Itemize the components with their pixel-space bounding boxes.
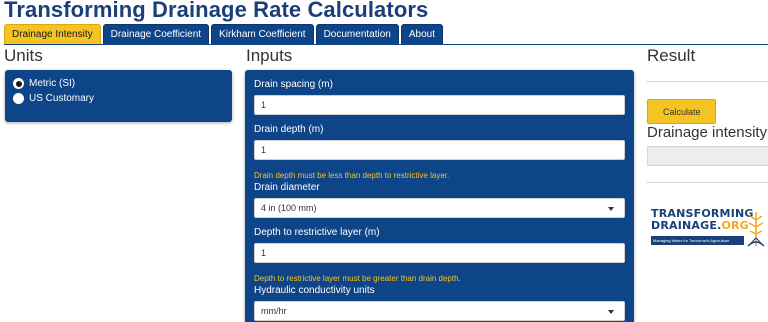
unit-option-metric[interactable]: Metric (SI) <box>13 76 224 91</box>
tab-underline <box>4 44 768 45</box>
drain-diameter-select[interactable]: 4 in (100 mm) <box>254 198 625 218</box>
result-heading: Result <box>647 46 696 65</box>
app-title: Transforming Drainage Rate Calculators <box>4 0 429 22</box>
result-divider-bottom <box>646 182 768 183</box>
inputs-heading: Inputs <box>246 46 293 65</box>
conductivity-units-value: mm/hr <box>261 306 287 316</box>
logo-line2-main: DRAINAGE. <box>651 219 722 232</box>
restrictive-depth-label: Depth to restrictive layer (m) <box>254 227 380 238</box>
restrictive-depth-input[interactable] <box>254 243 625 263</box>
drain-spacing-label: Drain spacing (m) <box>254 79 333 90</box>
chevron-down-icon <box>608 310 614 314</box>
tab-drainage-intensity[interactable]: Drainage Intensity <box>4 24 101 45</box>
tab-kirkham-coefficient[interactable]: Kirkham Coefficient <box>211 24 314 45</box>
transforming-drainage-logo[interactable]: TRANSFORMING DRAINAGE.ORG Managing Water… <box>651 207 768 251</box>
logo-tagline: Managing Water for Tomorrow's Agricultur… <box>651 236 744 245</box>
calculate-button[interactable]: Calculate <box>647 99 716 124</box>
result-divider-top <box>646 81 768 82</box>
radio-us-customary[interactable] <box>13 93 24 104</box>
drainage-intensity-label: Drainage intensity <box>647 124 768 141</box>
conductivity-units-label: Hydraulic conductivity units <box>254 285 375 296</box>
tab-drainage-coefficient[interactable]: Drainage Coefficient <box>102 24 210 45</box>
units-heading: Units <box>4 46 43 65</box>
drain-spacing-input[interactable] <box>254 95 625 115</box>
corn-stalk-icon <box>747 212 765 247</box>
drainage-intensity-output <box>647 146 768 166</box>
chevron-down-icon <box>608 207 614 211</box>
tab-about[interactable]: About <box>400 24 443 45</box>
radio-metric[interactable] <box>13 78 24 89</box>
units-panel: Metric (SI) US Customary <box>5 70 232 122</box>
tab-bar: Drainage Intensity Drainage Coefficient … <box>4 24 445 45</box>
tab-documentation[interactable]: Documentation <box>315 24 399 45</box>
drain-diameter-value: 4 in (100 mm) <box>261 203 317 213</box>
logo-line2: DRAINAGE.ORG <box>651 219 749 232</box>
drain-depth-input[interactable] <box>254 140 625 160</box>
unit-option-label: Metric (SI) <box>29 78 76 89</box>
unit-option-label: US Customary <box>29 93 95 104</box>
logo-line2-org: ORG <box>721 219 749 232</box>
conductivity-units-select[interactable]: mm/hr <box>254 301 625 321</box>
restrictive-depth-warning: Depth to restrictive layer must be great… <box>254 274 461 283</box>
drain-diameter-label: Drain diameter <box>254 182 320 193</box>
inputs-panel: Drain spacing (m) Drain depth (m) Drain … <box>245 70 634 322</box>
drain-depth-warning: Drain depth must be less than depth to r… <box>254 171 450 180</box>
unit-option-us-customary[interactable]: US Customary <box>13 91 224 106</box>
drain-depth-label: Drain depth (m) <box>254 124 324 135</box>
